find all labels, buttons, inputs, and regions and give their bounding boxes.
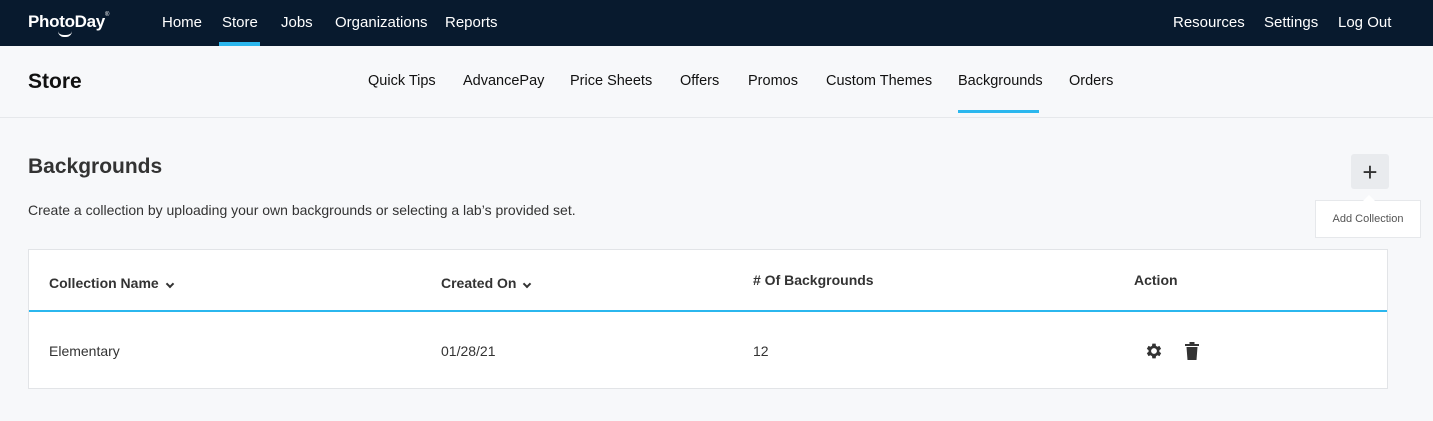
logo-mark: ® bbox=[104, 12, 110, 18]
tab-orders[interactable]: Orders bbox=[1069, 73, 1113, 89]
add-collection-button[interactable]: + bbox=[1351, 154, 1389, 189]
table-header: Collection Name Created On # Of Backgrou… bbox=[29, 250, 1387, 312]
trash-icon[interactable] bbox=[1185, 342, 1199, 360]
tab-quick-tips[interactable]: Quick Tips bbox=[368, 73, 436, 89]
nav-store[interactable]: Store bbox=[222, 14, 258, 31]
chevron-down-icon bbox=[165, 279, 174, 289]
collections-table: Collection Name Created On # Of Backgrou… bbox=[28, 249, 1388, 389]
nav-logout[interactable]: Log Out bbox=[1338, 14, 1391, 31]
logo-text: PhotoDay bbox=[28, 12, 105, 31]
tab-promos[interactable]: Promos bbox=[748, 73, 798, 89]
store-subheader: Store Quick Tips AdvancePay Price Sheets… bbox=[0, 46, 1433, 118]
column-header-backgrounds-count: # Of Backgrounds bbox=[753, 272, 874, 288]
tab-advancepay[interactable]: AdvancePay bbox=[463, 73, 544, 89]
add-collection-tooltip: Add Collection bbox=[1315, 195, 1421, 238]
column-header-collection-name[interactable]: Collection Name bbox=[49, 275, 174, 291]
nav-reports[interactable]: Reports bbox=[445, 14, 498, 31]
plus-icon: + bbox=[1362, 156, 1378, 187]
logo-smile-mark bbox=[58, 31, 72, 37]
page-title: Backgrounds bbox=[28, 155, 163, 178]
gear-icon[interactable] bbox=[1144, 341, 1164, 361]
tab-custom-themes[interactable]: Custom Themes bbox=[826, 73, 932, 89]
tab-active-indicator bbox=[958, 110, 1039, 113]
nav-organizations[interactable]: Organizations bbox=[335, 14, 428, 31]
tab-backgrounds[interactable]: Backgrounds bbox=[958, 73, 1043, 89]
nav-home[interactable]: Home bbox=[162, 14, 202, 31]
cell-created-on: 01/28/21 bbox=[441, 343, 496, 359]
column-header-created-on[interactable]: Created On bbox=[441, 275, 532, 291]
top-navbar: PhotoDay® Home Store Jobs Organizations … bbox=[0, 0, 1433, 46]
tab-offers[interactable]: Offers bbox=[680, 73, 719, 89]
cell-collection-name[interactable]: Elementary bbox=[49, 343, 120, 359]
chevron-down-icon bbox=[523, 279, 532, 289]
section-title: Store bbox=[28, 70, 82, 93]
photoday-logo[interactable]: PhotoDay® bbox=[28, 12, 110, 37]
column-header-action: Action bbox=[1134, 272, 1178, 288]
page-description: Create a collection by uploading your ow… bbox=[28, 202, 576, 218]
tab-price-sheets[interactable]: Price Sheets bbox=[570, 73, 652, 89]
nav-resources[interactable]: Resources bbox=[1173, 14, 1245, 31]
column-label: Collection Name bbox=[49, 275, 159, 291]
nav-settings[interactable]: Settings bbox=[1264, 14, 1318, 31]
nav-jobs[interactable]: Jobs bbox=[281, 14, 313, 31]
column-label: Created On bbox=[441, 275, 517, 291]
cell-backgrounds-count: 12 bbox=[753, 343, 769, 359]
